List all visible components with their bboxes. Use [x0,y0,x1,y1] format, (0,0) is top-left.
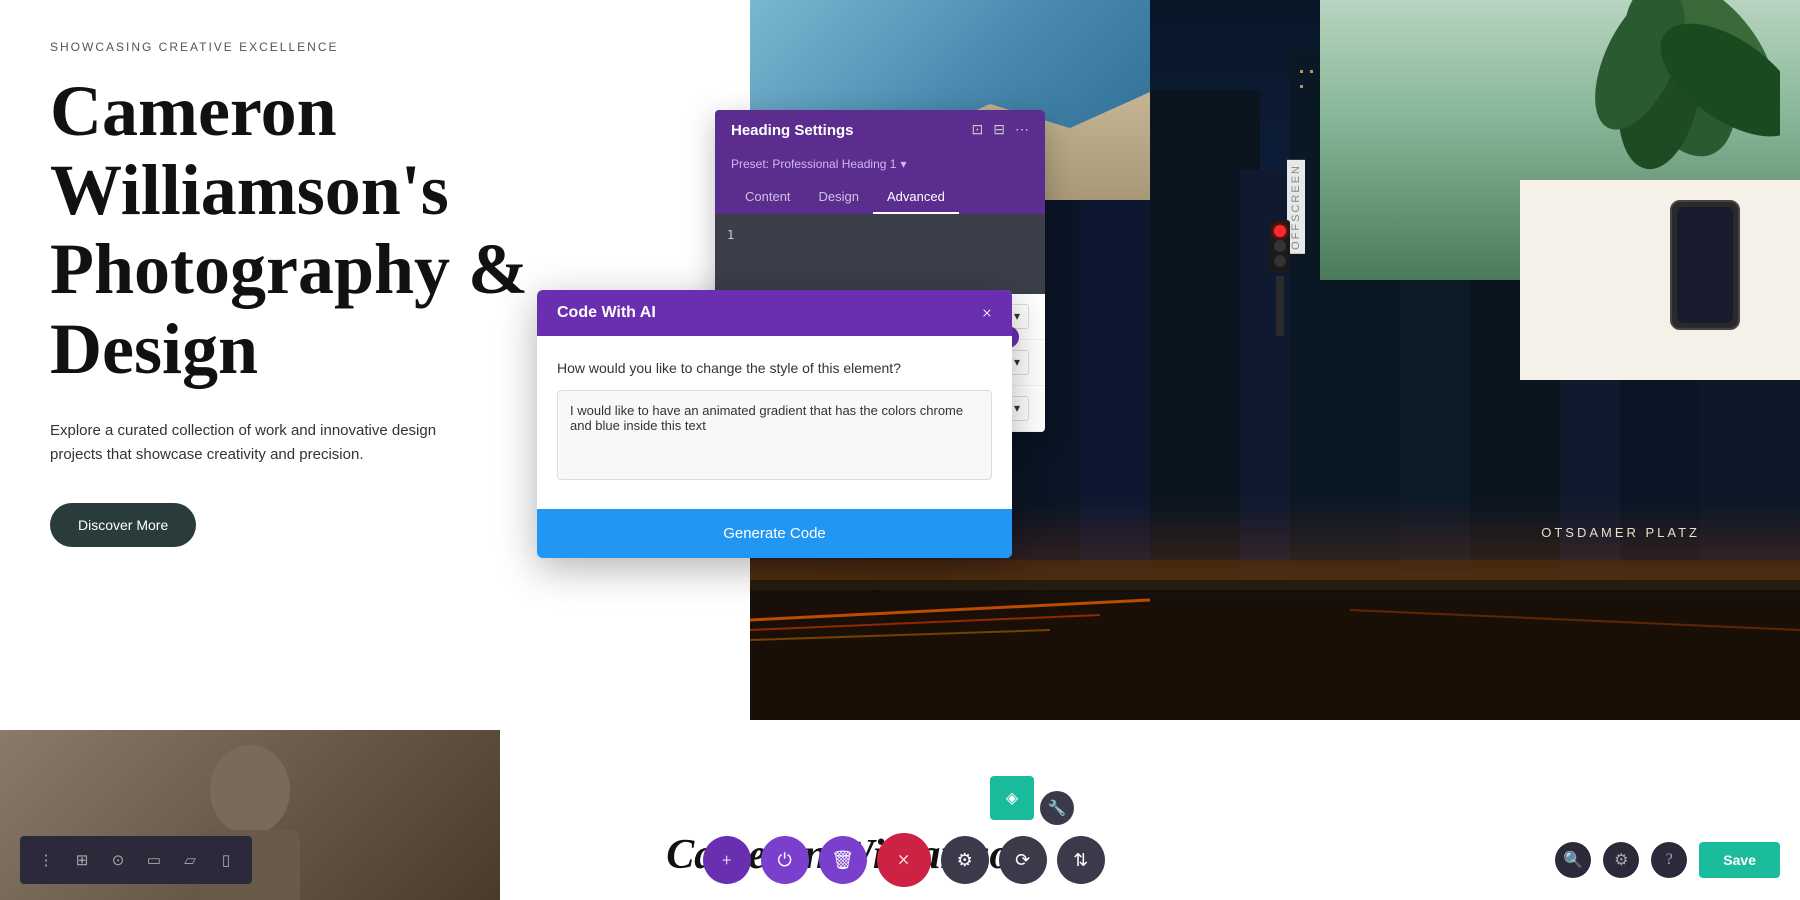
panel-preset-row: Preset: Professional Heading 1 ▾ [715,151,1045,181]
help-icon-btn[interactable]: ? [1651,842,1687,878]
panel-title: Heading Settings [731,122,854,139]
preset-label-text: Preset: Professional Heading 1 [731,157,896,171]
tab-content[interactable]: Content [731,181,805,214]
layout-button[interactable]: ⇅ [1057,836,1105,884]
toolbar-mobile-btn[interactable]: ▯ [212,846,240,874]
help-icon: ? [1666,851,1673,869]
toolbar-desktop-btn[interactable]: ▭ [140,846,168,874]
settings-icon: ⚙ [1614,850,1628,870]
teal-corner-element: ◈ [990,776,1034,820]
panel-tabs: Content Design Advanced [715,181,1045,214]
search-icon: 🔍 [1563,850,1583,870]
dropdown-chevron-1: ▾ [1014,309,1020,324]
code-line-1: 1 [727,226,1033,244]
toolbar-grid-btn[interactable]: ⊞ [68,846,96,874]
save-button[interactable]: Save [1699,842,1780,878]
showcasing-label: SHOWCASING CREATIVE EXCELLENCE [50,40,710,54]
wrench-icon: 🔧 [1048,799,1067,818]
bottom-toolbar: ⋮ ⊞ ⊙ ▭ ▱ ▯ + ⏻ 🗑 × ⚙ ⟳ ⇅ 🔍 [0,820,1800,900]
modal-textarea[interactable]: I would like to have an animated gradien… [557,390,992,480]
modal-close-button[interactable]: × [982,304,992,322]
teal-icon: ◈ [1006,788,1018,808]
toolbar-left: ⋮ ⊞ ⊙ ▭ ▱ ▯ [20,836,252,884]
gear-icon: ⚙ [957,850,973,871]
modal-header: Code With AI × [537,290,1012,336]
phone [1670,200,1740,330]
tab-design[interactable]: Design [805,181,873,214]
preset-label[interactable]: Preset: Professional Heading 1 ▾ [731,157,1029,171]
toolbar-hamburger-btn[interactable]: ⋮ [32,846,60,874]
discover-more-button[interactable]: Discover More [50,503,196,547]
search-icon-btn[interactable]: 🔍 [1555,842,1591,878]
modal-body: How would you like to change the style o… [537,336,1012,509]
panel-header-icons: ⊡ ⊟ ⋯ [972,122,1029,139]
dropdown-chevron-3: ▾ [1014,401,1020,416]
plus-icon: + [722,850,732,871]
trash-icon: 🗑 [831,850,854,871]
toolbar-center: + ⏻ 🗑 × ⚙ ⟳ ⇅ [703,833,1105,887]
delete-button[interactable]: 🗑 [819,836,867,884]
settings-button[interactable]: ⚙ [941,836,989,884]
potsdamer-sign: OTSDAMER PLATZ [1541,525,1700,540]
modal-title: Code With AI [557,304,656,322]
toolbar-tablet-btn[interactable]: ▱ [176,846,204,874]
code-ai-modal: Code With AI × How would you like to cha… [537,290,1012,558]
traffic-light [1270,220,1290,336]
history-icon: ⟳ [1015,850,1030,871]
power-icon: ⏻ [778,850,792,871]
close-element-button[interactable]: × [877,833,931,887]
sub-description: Explore a curated collection of work and… [50,419,480,467]
desk-items [1520,180,1800,380]
phone-screen [1677,207,1733,323]
panel-icon-more[interactable]: ⋯ [1015,122,1029,139]
panel-header: Heading Settings ⊡ ⊟ ⋯ [715,110,1045,151]
generate-code-button[interactable]: Generate Code [537,509,1012,558]
traffic-box [1270,220,1290,272]
panel-icon-screen[interactable]: ⊡ [972,122,984,139]
power-button[interactable]: ⏻ [761,836,809,884]
preset-chevron-icon: ▾ [900,157,906,171]
light-red [1274,225,1286,237]
dropdown-chevron-2: ▾ [1014,355,1020,370]
close-icon: × [897,847,909,873]
light-green [1274,255,1286,267]
layout-icon: ⇅ [1073,850,1088,871]
panel-code-area: 1 [715,214,1045,294]
settings-icon-btn[interactable]: ⚙ [1603,842,1639,878]
history-button[interactable]: ⟳ [999,836,1047,884]
tab-advanced[interactable]: Advanced [873,181,959,214]
panel-icon-split[interactable]: ⊟ [993,122,1005,139]
traffic-pole [1276,276,1284,336]
add-element-button[interactable]: + [703,836,751,884]
modal-question: How would you like to change the style o… [557,360,992,376]
light-yellow [1274,240,1286,252]
toolbar-right: 🔍 ⚙ ? Save [1555,842,1780,878]
toolbar-search-btn[interactable]: ⊙ [104,846,132,874]
